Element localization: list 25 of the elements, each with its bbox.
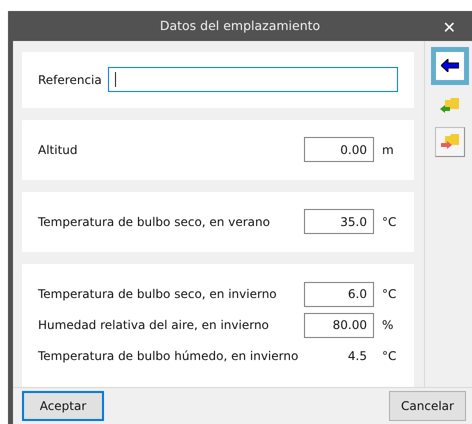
- close-button[interactable]: ✕: [438, 18, 460, 37]
- cancel-button[interactable]: Cancelar: [389, 390, 466, 421]
- value-text: 4.5: [346, 349, 368, 364]
- folder-arrow-icon: [440, 134, 460, 150]
- unit-label: °C: [381, 214, 398, 229]
- left-arrow-icon: [441, 59, 459, 72]
- input-field[interactable]: 0.00: [304, 137, 374, 162]
- field-label: Temperatura de bulbo seco, en invierno: [38, 287, 278, 302]
- field-label: Temperatura de bulbo húmedo, en invierno: [38, 349, 300, 364]
- field-label: Referencia: [38, 72, 102, 87]
- field-label: Temperatura de bulbo seco, en verano: [38, 214, 271, 229]
- field-label: Altitud: [38, 142, 79, 157]
- unit-label: °C: [381, 287, 398, 302]
- input-field[interactable]: [108, 67, 398, 92]
- folder-arrow-icon: [440, 98, 460, 114]
- window-title: Datos del emplazamiento: [160, 18, 320, 34]
- unit-label: m: [381, 142, 395, 157]
- accept-button[interactable]: Aceptar: [22, 390, 104, 421]
- unit-label: °C: [381, 349, 398, 364]
- unit-label: %: [381, 318, 394, 332]
- field-label: Humedad relativa del aire, en invierno: [38, 318, 270, 332]
- input-field[interactable]: 80.00: [304, 312, 374, 338]
- input-field[interactable]: 35.0: [304, 209, 374, 234]
- input-field[interactable]: 6.0: [304, 282, 374, 307]
- toolbar-button[interactable]: [431, 46, 469, 85]
